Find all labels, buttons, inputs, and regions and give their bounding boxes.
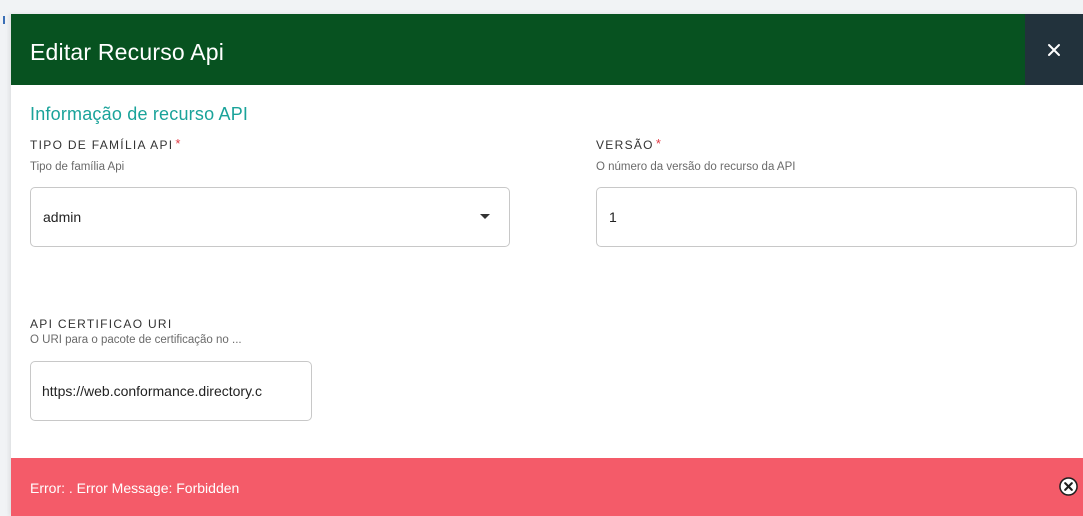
edit-api-resource-modal: Editar Recurso Api Informação de recurso… — [11, 14, 1083, 516]
modal-header: Editar Recurso Api — [11, 14, 1083, 85]
backdrop-edge-mark — [3, 16, 5, 24]
api-family-label-text: TIPO DE FAMÍLIA API — [30, 138, 174, 152]
version-help: O número da versão do recurso da API — [596, 161, 796, 173]
api-family-select-value: admin — [43, 209, 82, 225]
cert-uri-label: API CERTIFICAO URI — [30, 317, 173, 331]
version-input-value: 1 — [609, 209, 617, 225]
section-title: Informação de recurso API — [30, 104, 249, 124]
api-family-select[interactable]: admin — [30, 187, 510, 247]
page-backdrop — [0, 0, 1083, 14]
version-label: VERSÃO * — [596, 136, 663, 153]
close-icon — [1048, 43, 1060, 56]
version-input[interactable]: 1 — [596, 187, 1077, 247]
api-family-help: Tipo de família Api — [30, 161, 125, 173]
error-alert: Error: . Error Message: Forbidden — [11, 458, 1083, 516]
circle-x-icon[interactable] — [1059, 477, 1078, 496]
chevron-down-icon — [480, 214, 490, 219]
version-label-text: VERSÃO — [596, 138, 654, 152]
close-modal-button[interactable] — [1025, 14, 1083, 85]
cert-uri-help: O URI para o pacote de certificação no .… — [30, 334, 242, 346]
api-family-label: TIPO DE FAMÍLIA API * — [30, 136, 182, 153]
error-alert-message: Error: . Error Message: Forbidden — [30, 480, 240, 496]
required-marker: * — [175, 136, 182, 151]
required-marker: * — [655, 136, 663, 151]
modal-title: Editar Recurso Api — [30, 39, 225, 65]
cert-uri-input[interactable]: https://web.conformance.directory.c — [30, 361, 312, 421]
cert-uri-input-value: https://web.conformance.directory.c — [42, 383, 262, 399]
